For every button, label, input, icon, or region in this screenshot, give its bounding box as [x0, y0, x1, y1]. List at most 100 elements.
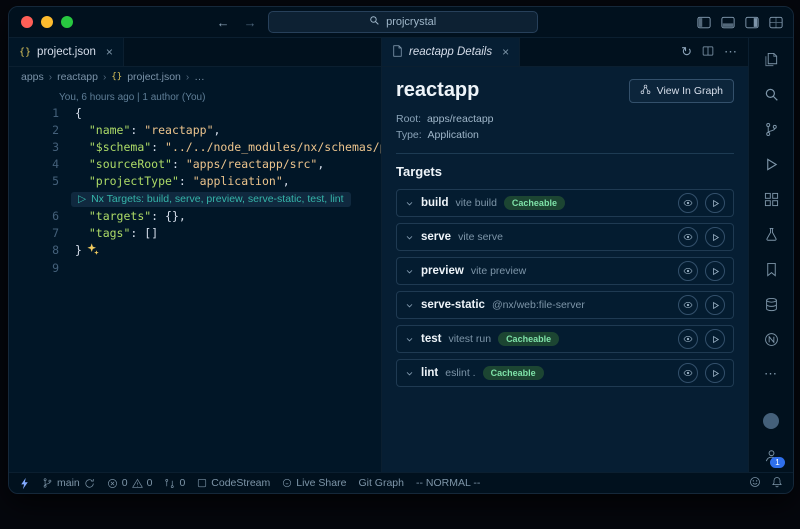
tab-label: project.json	[37, 46, 96, 58]
view-target-button[interactable]	[678, 329, 698, 349]
view-target-button[interactable]	[678, 261, 698, 281]
code-line[interactable]: 6 "targets": {},	[9, 208, 381, 225]
run-target-button[interactable]	[705, 363, 725, 383]
code-line[interactable]: 7 "tags": []	[9, 225, 381, 242]
chevron-down-icon[interactable]	[405, 301, 414, 310]
code-line[interactable]: 5 "projectType": "application",	[9, 173, 381, 190]
view-target-button[interactable]	[678, 295, 698, 315]
copilot-sparkle-icon[interactable]	[87, 243, 99, 260]
code-line[interactable]: 2 "name": "reactapp",	[9, 122, 381, 139]
code-line[interactable]: 9	[9, 260, 381, 277]
vim-mode-item[interactable]: -- NORMAL --	[416, 477, 480, 489]
target-command: vitest run	[448, 333, 491, 345]
code-line[interactable]: 8}	[9, 242, 381, 260]
nx-targets-hint[interactable]: ▷Nx Targets: build, serve, preview, serv…	[71, 192, 351, 207]
details-page-icon	[392, 45, 403, 60]
toggle-secondary-sidebar-icon[interactable]	[745, 16, 759, 29]
split-editor-icon[interactable]	[702, 45, 714, 60]
close-tab-icon[interactable]: ×	[106, 45, 113, 59]
minimize-window-button[interactable]	[41, 16, 53, 28]
more-views-icon[interactable]: ⋯	[759, 363, 783, 385]
bell-icon[interactable]	[771, 476, 783, 491]
line-content: "targets": {},	[75, 208, 186, 225]
chevron-down-icon[interactable]	[405, 335, 414, 344]
live-share-item[interactable]: Live Share	[282, 477, 346, 489]
chevron-down-icon[interactable]	[405, 267, 414, 276]
nx-console-icon[interactable]	[759, 328, 783, 350]
run-target-button[interactable]	[705, 227, 725, 247]
target-name: lint	[421, 367, 438, 379]
nx-project-details-panel: reactapp View In Graph Root: apps/reacta…	[382, 67, 748, 472]
type-value: Application	[428, 129, 479, 141]
target-row-preview[interactable]: previewvite preview	[396, 257, 734, 285]
toggle-panel-icon[interactable]	[721, 16, 735, 29]
zoom-window-button[interactable]	[61, 16, 73, 28]
remote-indicator[interactable]	[19, 477, 30, 490]
run-target-button[interactable]	[705, 329, 725, 349]
branch-item[interactable]: main	[42, 477, 95, 489]
codestream-item[interactable]: CodeStream	[197, 477, 270, 489]
search-icon[interactable]	[759, 83, 783, 105]
view-target-button[interactable]	[678, 227, 698, 247]
toggle-primary-sidebar-icon[interactable]	[697, 16, 711, 29]
feedback-icon[interactable]	[749, 476, 761, 491]
chevron-down-icon[interactable]	[405, 199, 414, 208]
database-icon[interactable]	[759, 293, 783, 315]
breadcrumb-item-file[interactable]: project.json	[127, 71, 181, 83]
navigate-forward-button[interactable]: →	[241, 16, 260, 29]
breadcrumb-item-apps[interactable]: apps	[21, 71, 44, 83]
left-tab-strip: {} project.json ×	[9, 38, 381, 67]
run-target-button[interactable]	[705, 261, 725, 281]
tab-project-json[interactable]: {} project.json ×	[9, 38, 124, 66]
close-window-button[interactable]	[21, 16, 33, 28]
activity-bar: ⋯ 1	[748, 38, 793, 472]
debug-icon[interactable]	[759, 153, 783, 175]
target-row-serve-static[interactable]: serve-static@nx/web:file-server	[396, 291, 734, 319]
line-content: {	[75, 105, 82, 122]
chevron-down-icon[interactable]	[405, 233, 414, 242]
close-tab-icon[interactable]: ×	[502, 45, 509, 59]
target-row-build[interactable]: buildvite buildCacheable	[396, 189, 734, 217]
targets-heading: Targets	[396, 164, 734, 179]
changes-count: 0	[179, 477, 185, 489]
target-name: test	[421, 333, 441, 345]
git-graph-label: Git Graph	[358, 477, 404, 489]
customize-layout-icon[interactable]	[769, 16, 783, 29]
breadcrumb-item-reactapp[interactable]: reactapp	[57, 71, 98, 83]
target-row-test[interactable]: testvitest runCacheable	[396, 325, 734, 353]
run-icon: ▷	[78, 191, 86, 208]
target-command: vite serve	[458, 231, 503, 243]
target-row-serve[interactable]: servevite serve	[396, 223, 734, 251]
code-line[interactable]: 3 "$schema": "../../node_modules/nx/sche…	[9, 139, 381, 156]
source-control-icon[interactable]	[759, 118, 783, 140]
refresh-icon[interactable]: ↻	[681, 44, 692, 60]
code-line[interactable]: 1{	[9, 105, 381, 122]
chevron-down-icon[interactable]	[405, 369, 414, 378]
files-icon[interactable]	[759, 48, 783, 70]
view-target-button[interactable]	[678, 363, 698, 383]
codelens-annotation[interactable]: You, 6 hours ago | 1 author (You)	[59, 90, 381, 105]
code-line[interactable]: 4 "sourceRoot": "apps/reactapp/src",	[9, 156, 381, 173]
git-graph-item[interactable]: Git Graph	[358, 477, 404, 489]
test-flask-icon[interactable]	[759, 223, 783, 245]
account-icon[interactable]: 1	[759, 444, 783, 466]
problems-item[interactable]: 0 0	[107, 477, 153, 489]
extensions-icon[interactable]	[759, 188, 783, 210]
search-icon	[369, 15, 380, 29]
target-row-lint[interactable]: linteslint .Cacheable	[396, 359, 734, 387]
view-in-graph-button[interactable]: View In Graph	[629, 79, 734, 103]
warning-icon	[132, 478, 143, 489]
run-target-button[interactable]	[705, 193, 725, 213]
run-target-button[interactable]	[705, 295, 725, 315]
tab-reactapp-details[interactable]: reactapp Details ×	[382, 38, 520, 66]
avatar[interactable]	[759, 410, 783, 432]
more-actions-icon[interactable]: ⋯	[724, 44, 738, 60]
git-changes-item[interactable]: 0	[164, 477, 185, 489]
line-number: 9	[9, 260, 75, 277]
navigate-back-button[interactable]: ←	[214, 16, 233, 29]
bookmark-icon[interactable]	[759, 258, 783, 280]
view-target-button[interactable]	[678, 193, 698, 213]
code-editor[interactable]: You, 6 hours ago | 1 author (You)1{2 "na…	[9, 87, 381, 472]
breadcrumb-item-symbol[interactable]: …	[194, 71, 205, 83]
command-center-search[interactable]: projcrystal	[268, 11, 538, 33]
